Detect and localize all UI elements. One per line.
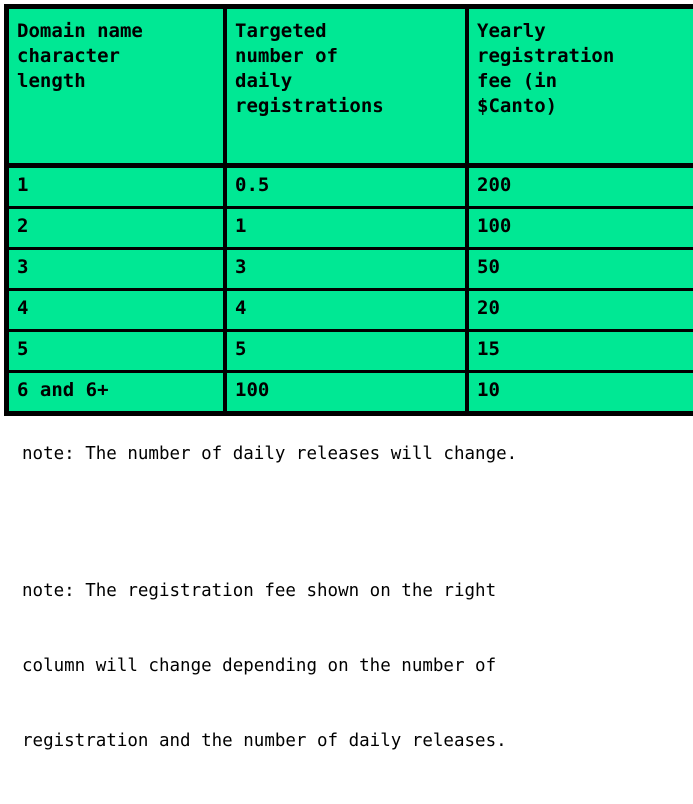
note-line: registration and the number of daily rel… [22,731,507,751]
header-line: fee (in [477,70,558,92]
cell-yearly-fee: 100 [465,207,693,249]
header-line: $Canto) [477,95,558,117]
header-line: registrations [235,95,384,117]
cell-yearly-fee: 200 [465,165,693,208]
note-registration-fee: note: The registration fee shown on the … [4,529,693,804]
cell-domain-length: 3 [9,248,225,290]
cell-domain-length: 1 [9,165,225,208]
cell-yearly-fee: 15 [465,330,693,372]
note-line: note: The number of daily releases will … [22,444,518,464]
fee-table-container: Domain name character length Targeted nu… [4,4,693,416]
table-row: 3 3 50 [9,248,693,290]
header-line: number of [235,45,338,67]
cell-yearly-fee: 50 [465,248,693,290]
cell-domain-length: 4 [9,289,225,331]
cell-daily-registrations: 0.5 [223,165,467,208]
header-line: daily [235,70,293,92]
table-header-row: Domain name character length Targeted nu… [9,9,693,166]
table-row: 2 1 100 [9,207,693,249]
table-row: 5 5 15 [9,330,693,372]
cell-daily-registrations: 5 [223,330,467,372]
cell-daily-registrations: 3 [223,248,467,290]
cell-domain-length: 2 [9,207,225,249]
note-line: column will change depending on the numb… [22,656,497,676]
cell-daily-registrations: 4 [223,289,467,331]
note-daily-releases: note: The number of daily releases will … [4,392,693,517]
table-header: Domain name character length Targeted nu… [9,9,693,166]
table-row: 1 0.5 200 [9,165,693,208]
column-header-targeted-daily-registrations: Targeted number of daily registrations [223,9,467,166]
table-row: 4 4 20 [9,289,693,331]
column-header-domain-name-character-length: Domain name character length [9,9,225,166]
cell-domain-length: 5 [9,330,225,372]
note-line: note: The registration fee shown on the … [22,581,497,601]
column-header-yearly-registration-fee: Yearly registration fee (in $Canto) [465,9,693,166]
cell-daily-registrations: 1 [223,207,467,249]
header-line: Domain name [17,20,143,42]
domain-fee-table: Domain name character length Targeted nu… [9,9,693,411]
notes-section: note: The number of daily releases will … [4,392,693,804]
header-line: Yearly [477,20,546,42]
header-line: registration [477,45,615,67]
header-line: Targeted [235,20,327,42]
header-line: length [17,70,86,92]
page-root: Domain name character length Targeted nu… [0,0,693,751]
header-line: character [17,45,120,67]
table-body: 1 0.5 200 2 1 100 3 3 50 4 4 20 5 5 15 6… [9,165,693,411]
cell-yearly-fee: 20 [465,289,693,331]
